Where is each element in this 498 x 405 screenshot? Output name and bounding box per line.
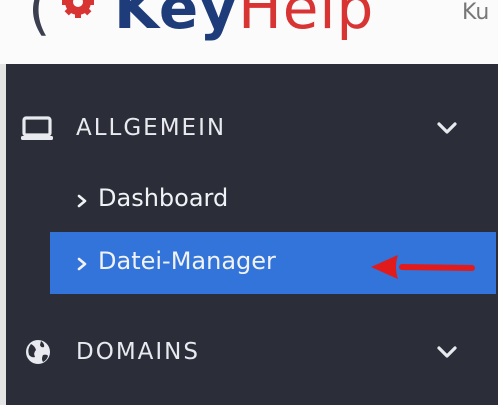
user-text[interactable]: Ku: [462, 0, 489, 25]
logo-text-key: Key: [114, 0, 239, 42]
annotation-arrow-icon: [371, 255, 475, 279]
gear-icon: [62, 0, 94, 18]
logo-paren: (: [28, 0, 51, 42]
sidebar: ALLGEMEIN Dashboard Datei-Manager DOMAIN…: [6, 64, 498, 405]
section-label: ALLGEMEIN: [76, 115, 227, 141]
logo-text: KeyHelp: [114, 0, 374, 38]
sidebar-section-domains[interactable]: DOMAINS: [6, 322, 498, 382]
sidebar-item-label: Datei-Manager: [98, 247, 276, 275]
chevron-down-icon[interactable]: [436, 342, 458, 362]
chevron-down-icon[interactable]: [436, 118, 458, 138]
chevron-right-icon: [77, 194, 87, 208]
sidebar-item-dashboard[interactable]: Dashboard: [50, 169, 496, 231]
sidebar-section-allgemein[interactable]: ALLGEMEIN: [6, 98, 498, 158]
top-header: ( KeyHelp Ku: [0, 0, 498, 64]
globe-icon: [26, 340, 50, 364]
logo-text-help: Help: [238, 0, 375, 42]
chevron-right-icon: [77, 257, 87, 271]
section-label: DOMAINS: [76, 339, 200, 365]
monitor-icon: [21, 116, 53, 140]
sidebar-item-label: Dashboard: [98, 184, 229, 212]
